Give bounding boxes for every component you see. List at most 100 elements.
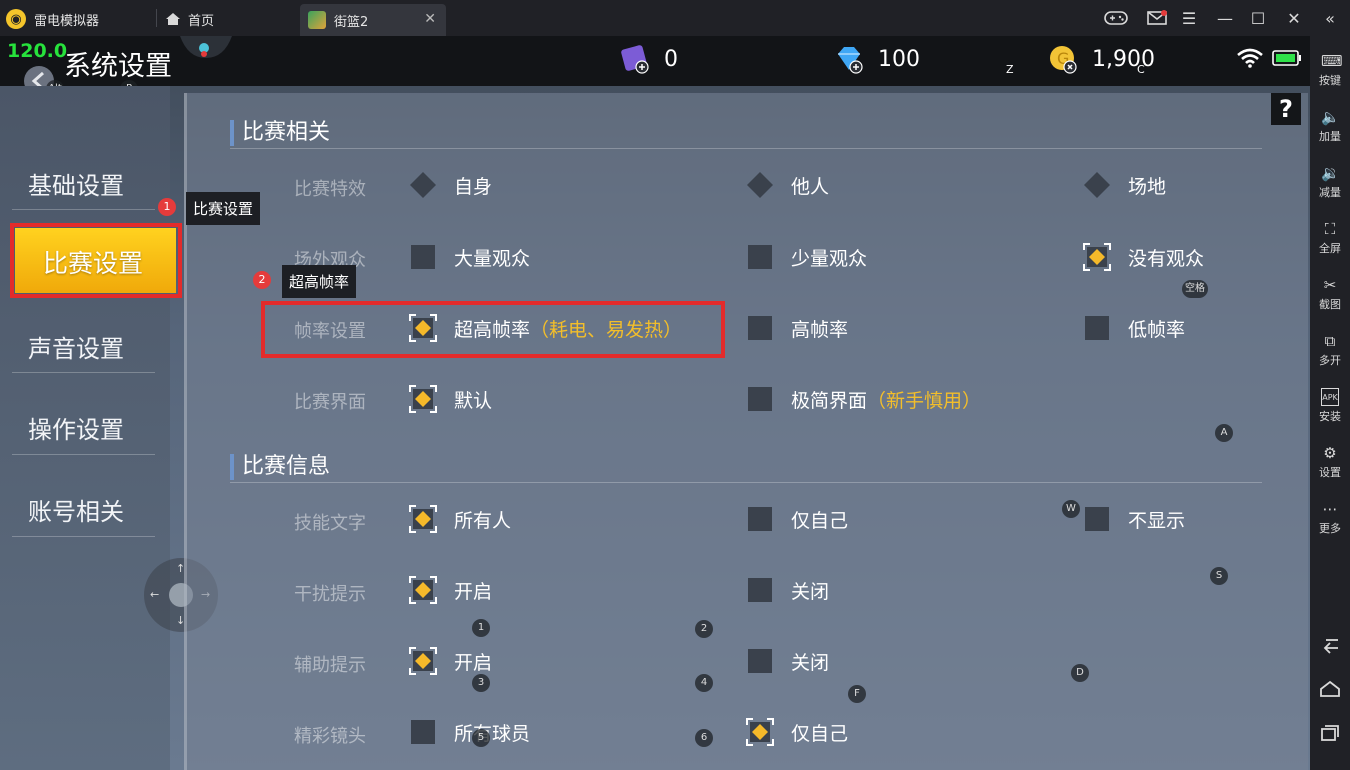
checkbox-icon	[1082, 313, 1112, 343]
sidebar-item-multi-instance[interactable]: ⧉ 多开	[1310, 332, 1350, 368]
row-label-highlights: 精彩镜头	[294, 726, 366, 747]
checkbox-icon	[745, 242, 775, 272]
gold-coin-icon: G	[1050, 46, 1077, 74]
key-hint-6: 6	[695, 729, 713, 747]
option-audience-few[interactable]: 少量观众	[745, 242, 867, 272]
menu-item-sound[interactable]: 声音设置	[28, 329, 124, 364]
sidebar-item-label: 按键	[1319, 74, 1341, 87]
sidebar-item-settings[interactable]: ⚙ 设置	[1310, 444, 1350, 480]
recent-apps-icon[interactable]	[1320, 724, 1340, 742]
mail-icon[interactable]	[1145, 6, 1169, 30]
menu-item-account[interactable]: 账号相关	[28, 492, 124, 527]
option-label: 不显示	[1128, 509, 1186, 532]
option-label: 开启	[454, 651, 493, 674]
option-interface-default[interactable]: 默认	[408, 384, 492, 414]
option-label: 低帧率	[1128, 318, 1186, 341]
selected-check-icon	[408, 384, 438, 414]
sidebar-item-keymap[interactable]: ⌨ 按键	[1310, 52, 1350, 88]
android-home-icon[interactable]	[1320, 680, 1340, 698]
sidebar-item-more[interactable]: ⋯ 更多	[1310, 500, 1350, 536]
annotation-badge-2: 2	[253, 271, 271, 289]
sidebar-item-install[interactable]: APK 安装	[1310, 388, 1350, 424]
sidebar-item-volume-up[interactable]: 🔈 加量	[1310, 108, 1350, 144]
interface-warning: （新手慎用）	[867, 389, 982, 412]
option-label: 所有人	[454, 509, 512, 532]
option-interference-on[interactable]: 开启	[408, 575, 492, 605]
sidebar-item-label: 减量	[1319, 186, 1341, 199]
option-label: 关闭	[791, 580, 830, 603]
checkbox-icon	[745, 575, 775, 605]
gear-icon: ⚙	[1323, 444, 1337, 462]
app-tab[interactable]: ◉ 雷电模拟器	[6, 4, 99, 34]
keyboard-icon: ⌨	[1321, 52, 1343, 70]
annotation-label-2: 超高帧率	[282, 265, 357, 298]
annotation-badge-1: 1	[158, 198, 176, 216]
help-button[interactable]: ?	[1271, 93, 1301, 125]
option-interface-minimal[interactable]: 极简界面 （新手慎用）	[745, 384, 981, 414]
wifi-icon	[1237, 48, 1263, 68]
row-label-effects: 比赛特效	[294, 179, 366, 200]
tab-divider	[156, 9, 157, 27]
tab-game-label: 街篮2	[334, 14, 369, 30]
sidebar-item-screenshot[interactable]: ✂ 截图	[1310, 276, 1350, 312]
sidebar-item-volume-down[interactable]: 🔉 减量	[1310, 164, 1350, 200]
selected-check-icon	[745, 717, 775, 747]
home-icon	[166, 13, 180, 25]
menu-item-controls[interactable]: 操作设置	[28, 410, 124, 445]
option-assist-on[interactable]: 开启	[408, 646, 492, 676]
option-label: 仅自己	[791, 722, 849, 745]
section-divider	[230, 148, 1262, 149]
option-effects-others[interactable]: 他人	[745, 170, 829, 200]
sidebar-item-fullscreen[interactable]: ⛶ 全屏	[1310, 220, 1350, 256]
option-highlights-self[interactable]: 仅自己	[745, 717, 848, 747]
key-hint-space: 空格	[1182, 280, 1208, 298]
diamond-icon	[838, 47, 863, 74]
key-hint-s: S	[1210, 567, 1228, 585]
app-name: 雷电模拟器	[34, 13, 100, 29]
settings-menu: 基础设置 声音设置 操作设置 账号相关	[0, 86, 170, 770]
option-audience-none[interactable]: 没有观众	[1082, 242, 1204, 272]
option-skill-text-all[interactable]: 所有人	[408, 504, 511, 534]
option-audience-many[interactable]: 大量观众	[408, 242, 530, 272]
arrow-left-icon: ←	[150, 588, 160, 601]
multi-instance-icon: ⧉	[1324, 332, 1336, 350]
emulator-sidebar: ⌨ 按键 🔈 加量 🔉 减量 ⛶ 全屏 ✂ 截图 ⧉ 多开 APK 安装 ⚙ 设…	[1310, 36, 1350, 770]
apk-icon: APK	[1321, 388, 1339, 406]
minimize-icon[interactable]: —	[1213, 6, 1237, 30]
tab-home[interactable]: 首页	[166, 4, 214, 34]
option-effects-self[interactable]: 自身	[408, 170, 492, 200]
option-interference-off[interactable]: 关闭	[745, 575, 829, 605]
option-effects-court[interactable]: 场地	[1082, 170, 1166, 200]
option-label: 默认	[454, 389, 493, 412]
close-icon[interactable]: ✕	[1282, 6, 1306, 30]
back-icon[interactable]	[1320, 636, 1340, 654]
option-skill-text-hide[interactable]: 不显示	[1082, 504, 1185, 534]
highlight-box-framerate	[261, 301, 725, 358]
option-label: 他人	[791, 175, 830, 198]
menu-icon[interactable]: ☰	[1177, 6, 1201, 30]
maximize-icon[interactable]: ☐	[1246, 6, 1270, 30]
option-label: 没有观众	[1128, 247, 1205, 270]
tab-close-icon[interactable]: ✕	[424, 11, 436, 27]
option-framerate-low[interactable]: 低帧率	[1082, 313, 1185, 343]
section-divider	[230, 482, 1262, 483]
fullscreen-icon: ⛶	[1324, 220, 1336, 238]
currency-tickets[interactable]: 0	[620, 44, 678, 74]
ldplayer-logo-icon: ◉	[6, 9, 26, 29]
menu-item-basic[interactable]: 基础设置	[28, 166, 124, 201]
option-assist-off[interactable]: 关闭	[745, 646, 829, 676]
option-highlights-all[interactable]: 所有球员	[408, 717, 530, 747]
selected-check-icon	[408, 504, 438, 534]
currency-diamonds[interactable]: 100	[834, 44, 920, 74]
more-icon: ⋯	[1322, 500, 1338, 518]
sidebar-item-label: 全屏	[1319, 242, 1341, 255]
option-label: 所有球员	[454, 722, 531, 745]
gamepad-icon[interactable]	[1104, 6, 1128, 30]
option-skill-text-self[interactable]: 仅自己	[745, 504, 848, 534]
game-screen: 120.0 系统设置 Alt P 0 100 G 1,900 Z C 基础设置 …	[0, 36, 1310, 770]
fps-counter: 120.0	[7, 40, 68, 62]
collapse-sidebar-icon[interactable]: «	[1318, 6, 1342, 30]
tab-game[interactable]: 街篮2 ✕	[300, 4, 446, 36]
diamond-toggle-icon	[408, 170, 438, 200]
option-framerate-high[interactable]: 高帧率	[745, 313, 848, 343]
